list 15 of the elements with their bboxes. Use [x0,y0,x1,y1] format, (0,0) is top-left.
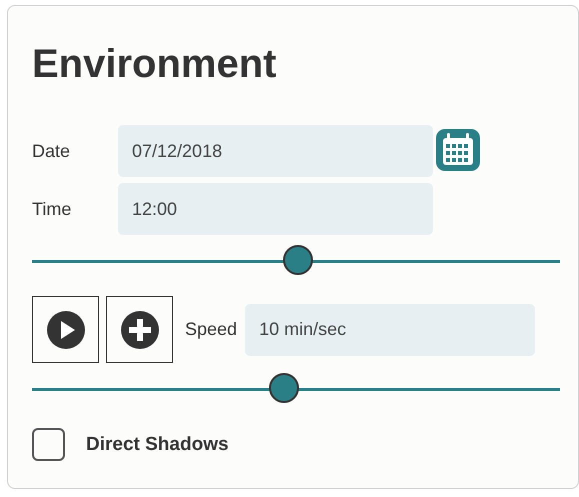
play-button[interactable] [32,296,99,363]
date-field[interactable]: 07/12/2018 [118,125,433,177]
date-label: Date [32,140,72,162]
plus-icon [120,310,160,350]
time-label: Time [32,198,72,220]
speed-field[interactable]: 10 min/sec [245,304,536,356]
speed-label: Speed [185,319,238,340]
panel-title: Environment [32,41,278,88]
time-slider-thumb[interactable] [283,245,314,275]
time-field[interactable]: 12:00 [118,183,433,235]
direct-shadows-checkbox[interactable] [32,428,65,461]
speed-slider-thumb[interactable] [269,373,300,403]
play-icon [46,310,86,350]
direct-shadows-label: Direct Shadows [86,434,229,456]
add-button[interactable] [106,296,173,363]
